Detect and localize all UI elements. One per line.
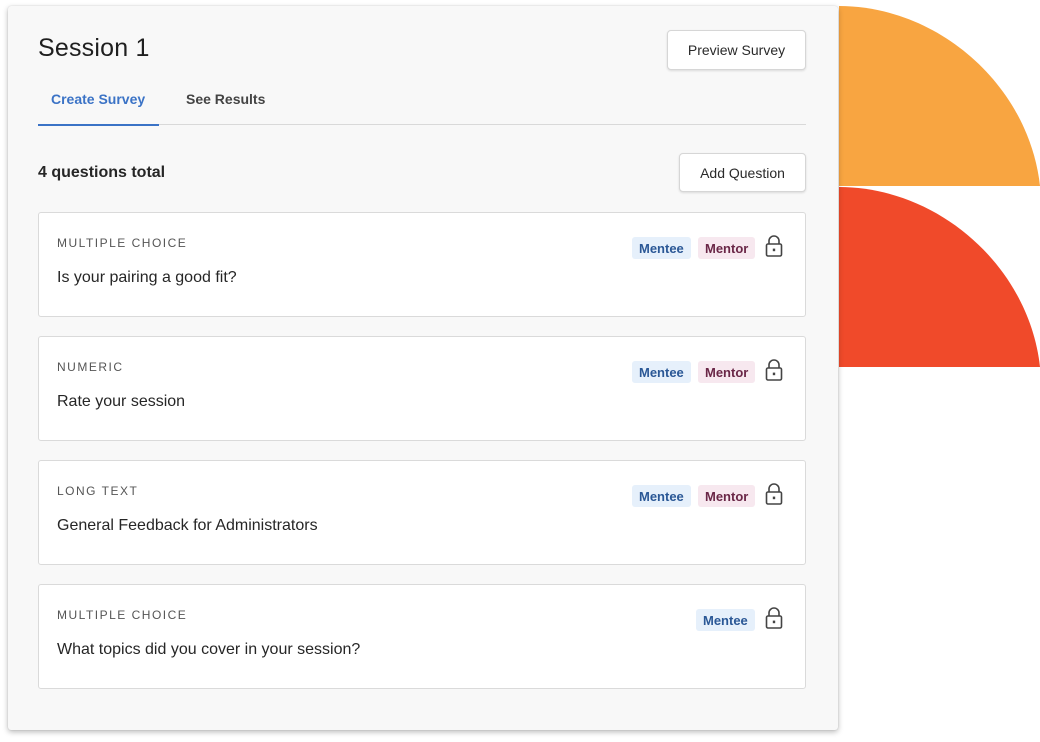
question-text: What topics did you cover in your sessio… bbox=[57, 641, 361, 658]
question-type: MULTIPLE CHOICE bbox=[57, 236, 188, 250]
mentor-badge: Mentor bbox=[698, 361, 756, 383]
lock-icon[interactable] bbox=[765, 606, 783, 630]
tab-create-survey-label: Create Survey bbox=[51, 91, 146, 107]
tab-see-results[interactable]: See Results bbox=[186, 91, 265, 107]
lock-icon[interactable] bbox=[765, 482, 783, 506]
question-type: MULTIPLE CHOICE bbox=[57, 608, 188, 622]
question-text: Is your pairing a good fit? bbox=[57, 269, 237, 286]
red-decor-shape bbox=[839, 187, 1040, 367]
mentee-badge: Mentee bbox=[632, 485, 691, 507]
page-title: Session 1 bbox=[38, 34, 150, 62]
question-count: 4 questions total bbox=[38, 164, 166, 181]
survey-panel: Session 1 Preview Survey Create Survey S… bbox=[8, 6, 838, 730]
question-text: General Feedback for Administrators bbox=[57, 517, 318, 534]
question-card[interactable]: MULTIPLE CHOICE Is your pairing a good f… bbox=[38, 212, 806, 317]
add-question-button[interactable]: Add Question bbox=[679, 153, 806, 192]
lock-icon[interactable] bbox=[765, 358, 783, 382]
tab-create-survey[interactable]: Create Survey bbox=[38, 89, 159, 126]
tab-bar: Create Survey See Results bbox=[38, 88, 806, 126]
lock-icon[interactable] bbox=[765, 234, 783, 258]
mentor-badge: Mentor bbox=[698, 485, 756, 507]
mentor-badge: Mentor bbox=[698, 237, 756, 259]
preview-survey-button[interactable]: Preview Survey bbox=[667, 30, 806, 70]
question-card[interactable]: MULTIPLE CHOICE What topics did you cove… bbox=[38, 584, 806, 689]
question-card[interactable]: NUMERIC Rate your session Mentee Mentor bbox=[38, 336, 806, 441]
orange-decor-shape bbox=[839, 6, 1040, 186]
question-type: NUMERIC bbox=[57, 360, 124, 374]
mentee-badge: Mentee bbox=[696, 609, 755, 631]
mentee-badge: Mentee bbox=[632, 361, 691, 383]
mentee-badge: Mentee bbox=[632, 237, 691, 259]
question-card[interactable]: LONG TEXT General Feedback for Administr… bbox=[38, 460, 806, 565]
question-type: LONG TEXT bbox=[57, 484, 139, 498]
question-text: Rate your session bbox=[57, 393, 186, 410]
